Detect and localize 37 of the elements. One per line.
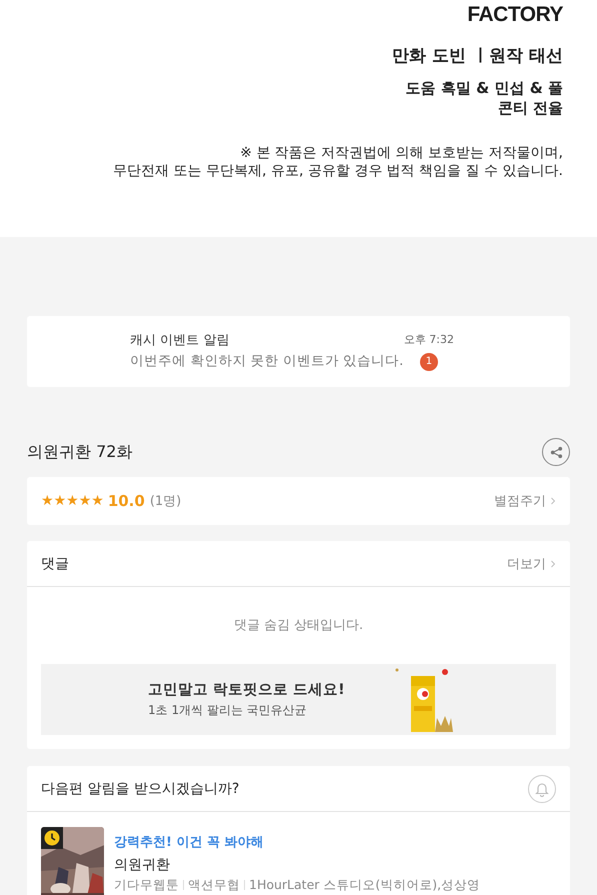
star-icon: ★ xyxy=(66,494,79,508)
clock-icon xyxy=(41,827,63,849)
meta-text: 액션무협 xyxy=(188,876,240,894)
ad-subtitle: 1초 1개씩 팔리는 국민유산균 xyxy=(148,702,308,719)
notification-card[interactable]: 캐시 이벤트 알림 이번주에 확인하지 못한 이벤트가 있습니다. 오후 7:32 1 xyxy=(27,316,570,387)
rate-link[interactable]: 별점주기 xyxy=(494,492,556,510)
chevron-icon xyxy=(550,560,556,568)
ad-title: 고민말고 락토핏으로 드세요! xyxy=(148,681,345,699)
rating-count: (1명) xyxy=(150,493,182,510)
count-badge: 1 xyxy=(420,353,438,371)
copyright-notice: ※ 본 작품은 저작권법에 의해 보호받는 저작물이며, xyxy=(240,144,563,162)
section-title: 댓글 xyxy=(41,554,69,572)
star-icon: ★ xyxy=(54,494,66,508)
star-icon: ★ xyxy=(91,494,104,508)
share-button[interactable] xyxy=(542,438,570,466)
notification-title: 캐시 이벤트 알림 xyxy=(130,332,230,350)
recommendation-tag: 강력추천! 이건 꼭 봐야해 xyxy=(114,833,480,853)
more-link[interactable]: 더보기 xyxy=(507,554,556,572)
ad-banner[interactable]: 고민말고 락토핏으로 드세요! 1초 1개씩 팔리는 국민유산균 xyxy=(41,664,556,735)
star-icon: ★ xyxy=(41,494,54,508)
share-icon xyxy=(548,444,564,460)
meta-text: 기다무웹툰 xyxy=(114,876,179,894)
copyright-notice: 무단전재 또는 무단복제, 유포, 공유할 경우 법적 책임을 질 수 있습니다. xyxy=(113,162,563,180)
meta-text: 1HourLater 스튜디오(빅히어로),성상영 xyxy=(249,876,480,894)
notification-time: 오후 7:32 xyxy=(404,333,454,347)
credit-text: 도움 흑밀 & 민섭 & 풀 xyxy=(406,78,563,98)
comments-hidden-message: 댓글 숨김 상태입니다. xyxy=(232,617,364,635)
alert-question: 다음편 알림을 받으시겠습니까? xyxy=(41,780,240,798)
episode-title: 의원귀환 72화 xyxy=(27,442,132,462)
credit-text: 만화 도빈 ㅣ원작 태선 xyxy=(392,46,563,66)
notification-message: 이번주에 확인하지 못한 이벤트가 있습니다. xyxy=(130,352,404,371)
star-icon: ★ xyxy=(78,494,92,508)
chevron-icon xyxy=(550,497,556,505)
recommendation-title[interactable]: 의원귀환 xyxy=(114,854,480,876)
rating-score: 10.0 xyxy=(108,492,145,510)
credit-text: 콘티 전율 xyxy=(498,98,563,118)
logo-text: FACTORY xyxy=(467,6,563,24)
